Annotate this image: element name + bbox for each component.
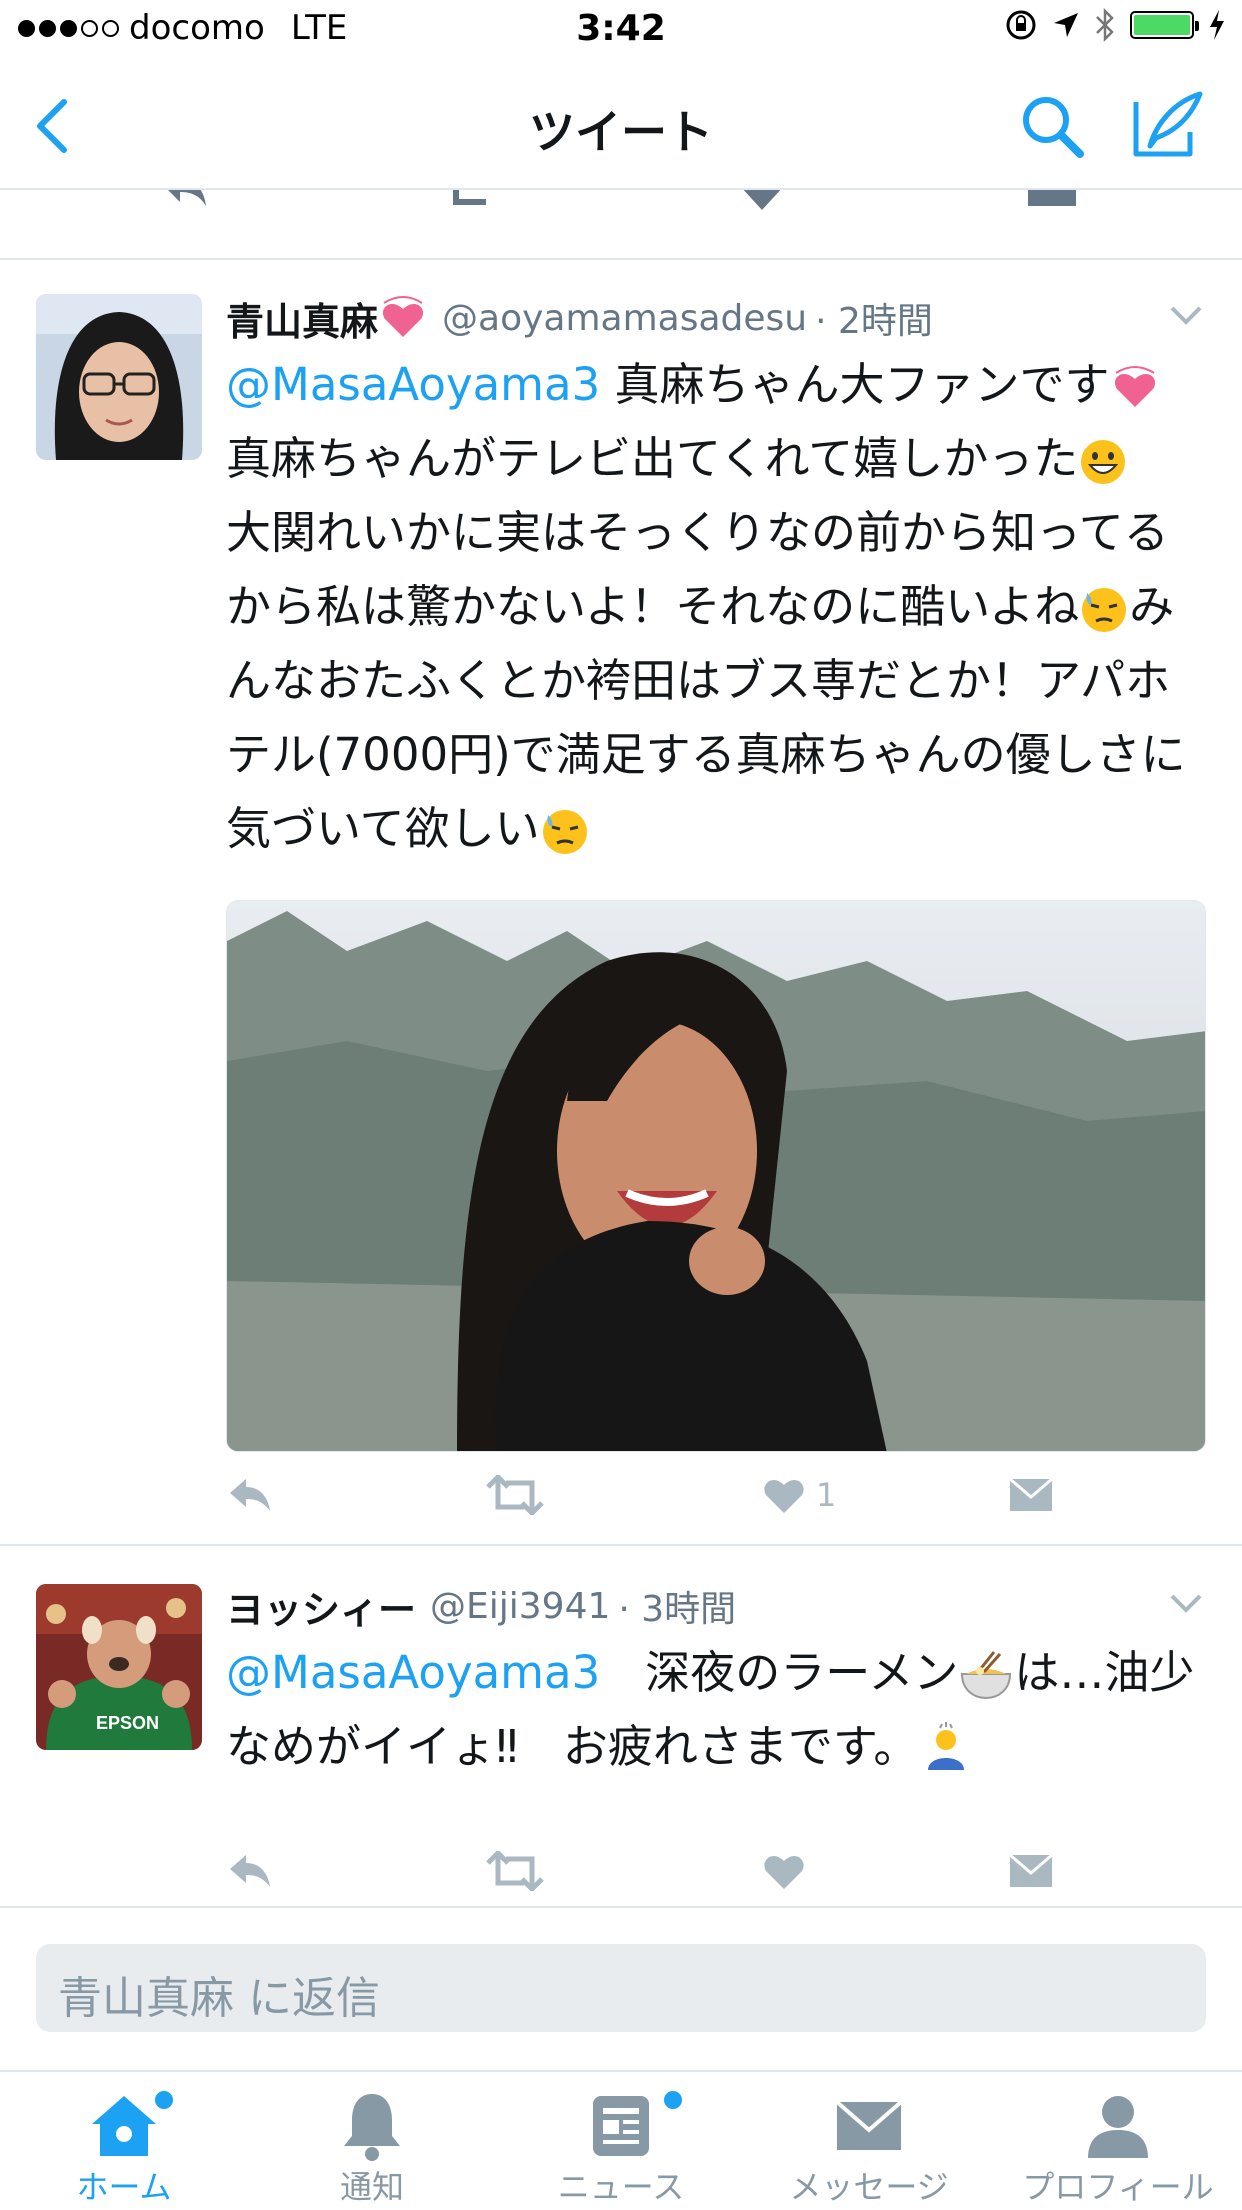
avatar[interactable] — [36, 294, 202, 460]
grinning-face-icon — [1081, 440, 1126, 484]
direct-message-button[interactable] — [1008, 1846, 1054, 1896]
tweet-text: @MasaAoyama3 真麻ちゃん大ファンです真麻ちゃんがテレビ出てくれて嬉し… — [226, 348, 1206, 866]
envelope-icon — [1009, 1853, 1053, 1887]
user-avatar-image — [36, 294, 202, 460]
sparkling-heart-icon — [1114, 366, 1155, 407]
like-button[interactable] — [762, 1846, 806, 1896]
tab-label: ニュース — [557, 2168, 685, 2206]
mention-link[interactable]: @MasaAoyama3 — [226, 1646, 600, 1699]
avatar[interactable]: EPSON — [36, 1584, 202, 1750]
status-bar: docomo LTE 3:42 — [0, 0, 1242, 60]
like-button[interactable]: 1 — [762, 1470, 836, 1520]
search-button[interactable] — [1018, 92, 1088, 162]
tab-label: ホーム — [76, 2168, 172, 2206]
news-notification-dot — [661, 2088, 685, 2112]
status-icons — [1004, 8, 1226, 42]
tweet-text: @MasaAoyama3 深夜のラーメン は…油少なめがイイょ‼︎ お疲れさまです… — [226, 1636, 1206, 1784]
retweet-icon — [486, 1851, 544, 1891]
heart-icon — [764, 1479, 804, 1513]
tweet-photo[interactable] — [226, 900, 1206, 1452]
user-handle[interactable]: @Eiji3941 — [430, 1586, 610, 1627]
reply-icon — [230, 1855, 270, 1887]
downcast-sweat-face-icon — [542, 810, 587, 854]
retweet-icon[interactable] — [446, 190, 502, 216]
person-icon — [1088, 2096, 1148, 2158]
tweet-actions — [226, 1846, 1126, 1906]
direct-message-button[interactable] — [1008, 1470, 1054, 1520]
reply-button[interactable] — [226, 1846, 274, 1896]
photo-image — [227, 901, 1205, 1451]
bell-icon — [344, 2094, 400, 2161]
reply-icon — [230, 1479, 270, 1511]
tab-news[interactable]: ニュース — [497, 2072, 745, 2210]
retweet-icon — [486, 1475, 544, 1515]
tweet-text-part: 真麻ちゃん大ファンです — [600, 358, 1110, 411]
user-avatar-image: EPSON — [36, 1584, 202, 1750]
reply-button[interactable] — [226, 1470, 274, 1520]
home-notification-dot — [152, 2088, 176, 2112]
envelope-icon — [1009, 1477, 1053, 1511]
tweet[interactable]: 青山真麻 @aoyamamasadesu · 2時間 @MasaAoyama3 … — [0, 258, 1242, 1546]
bowing-person-icon — [928, 1722, 965, 1770]
previous-tweet-actions — [0, 190, 1242, 260]
tweet-actions: 1 — [226, 1470, 1126, 1530]
retweet-button[interactable] — [484, 1846, 546, 1896]
chevron-down-icon[interactable] — [1166, 1582, 1206, 1622]
search-icon — [1023, 97, 1084, 158]
tweet-time: · 3時間 — [618, 1589, 737, 1630]
heart-icon — [764, 1855, 804, 1889]
like-heart-icon[interactable] — [734, 190, 790, 216]
tweet-time: · 2時間 — [815, 301, 933, 342]
tweet-header: ヨッシィー @Eiji3941 · 3時間 — [226, 1576, 1206, 1636]
location-arrow-icon — [1054, 13, 1078, 37]
tab-label: 通知 — [339, 2168, 404, 2206]
tab-home[interactable]: ホーム — [0, 2072, 248, 2210]
compose-feather-icon — [1133, 91, 1203, 157]
reply-icon[interactable] — [156, 190, 212, 216]
tweet-text-part: 深夜のラーメン — [600, 1646, 959, 1699]
user-handle[interactable]: @aoyamamasadesu — [442, 298, 807, 339]
tab-profile[interactable]: プロフィール — [994, 2072, 1242, 2210]
sparkling-heart-icon — [382, 296, 424, 337]
bluetooth-icon — [1096, 8, 1114, 42]
retweet-button[interactable] — [484, 1470, 546, 1520]
message-icon[interactable] — [1024, 190, 1080, 216]
display-name[interactable]: ヨッシィー — [226, 1579, 416, 1634]
tweet-text-part: 真麻ちゃんがテレビ出てくれて嬉しかった — [226, 432, 1079, 485]
tab-bar: ホーム 通知 ニュース メッセージ プロフィール — [0, 2070, 1242, 2208]
avatar-shirt-text: EPSON — [96, 1713, 159, 1733]
navigation-bar: ツイート — [0, 60, 1242, 190]
tab-label: プロフィール — [1022, 2168, 1214, 2206]
reply-input[interactable]: 青山真麻 に返信 — [36, 1944, 1206, 2032]
charging-bolt-icon — [1210, 10, 1224, 40]
compose-tweet-button[interactable] — [1130, 88, 1206, 164]
tweet-header: 青山真麻 @aoyamamasadesu · 2時間 — [226, 288, 1206, 348]
ramen-bowl-icon — [961, 1651, 1012, 1700]
envelope-icon — [835, 2100, 903, 2150]
home-icon — [92, 2096, 156, 2156]
tweet[interactable]: EPSON ヨッシィー @Eiji3941 · 3時間 @MasaAoyama3… — [0, 1546, 1242, 1908]
tab-notifications[interactable]: 通知 — [248, 2072, 496, 2210]
mention-link[interactable]: @MasaAoyama3 — [226, 358, 600, 411]
reply-placeholder: 青山真麻 に返信 — [58, 1973, 380, 2024]
tab-label: メッセージ — [789, 2168, 949, 2206]
downcast-sweat-face-icon — [1082, 588, 1127, 632]
news-icon — [593, 2096, 649, 2156]
like-count: 1 — [816, 1476, 837, 1514]
rotation-lock-icon — [1006, 10, 1036, 40]
tweet-text-part: 大関れいかに実はそっくりなの前から知ってるから私は驚かないよ！それなのに酷いよね — [226, 506, 1169, 633]
tab-messages[interactable]: メッセージ — [745, 2072, 993, 2210]
display-name[interactable]: 青山真麻 — [226, 291, 378, 346]
chevron-down-icon[interactable] — [1166, 294, 1206, 334]
battery-icon — [1130, 11, 1199, 39]
